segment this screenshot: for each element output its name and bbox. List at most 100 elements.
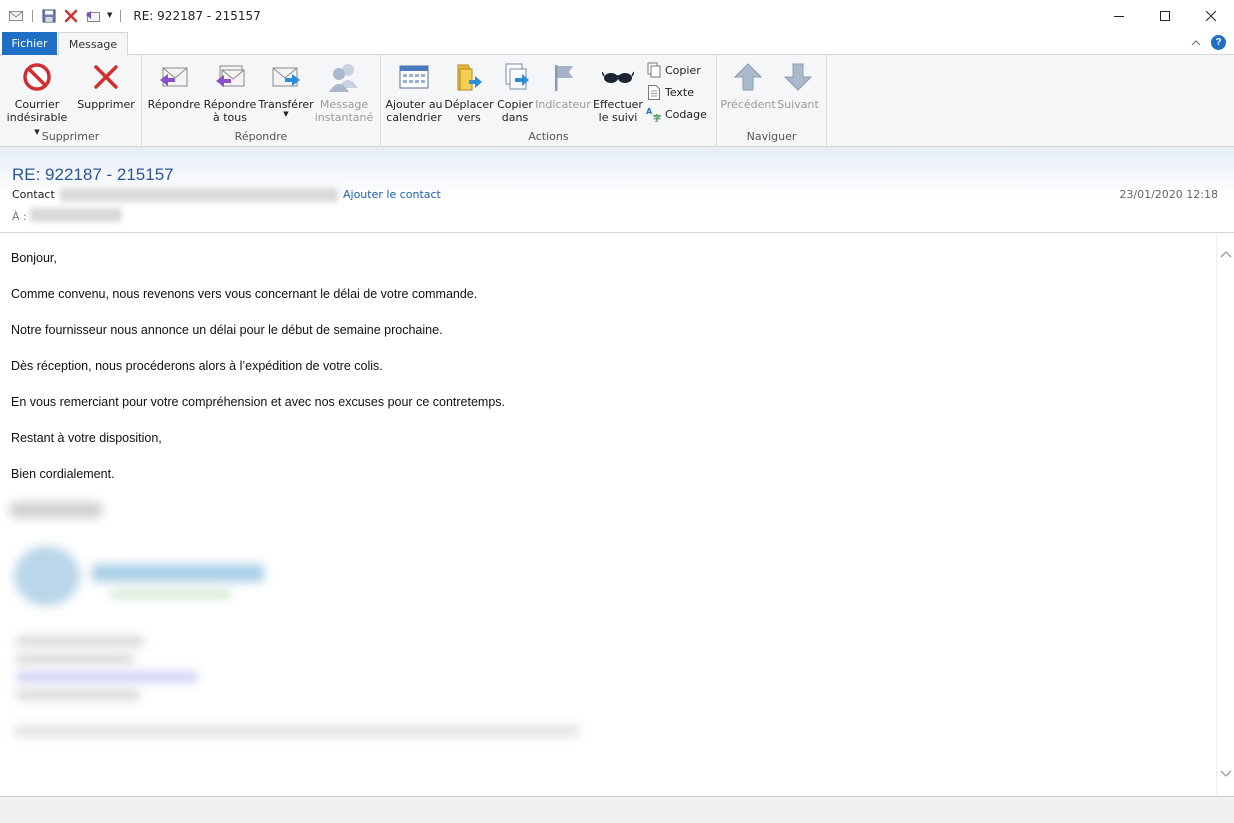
reply-label: Répondre bbox=[147, 98, 201, 111]
glasses-icon bbox=[602, 61, 634, 93]
close-button[interactable] bbox=[1188, 0, 1234, 31]
signature-logo-text-redacted bbox=[92, 564, 264, 582]
delete-label: Supprimer bbox=[77, 98, 135, 111]
ribbon-tools: ? bbox=[1191, 35, 1226, 50]
copy-to-label-1: Copier bbox=[497, 98, 533, 111]
junk-mail-button[interactable]: Courrier indésirable ▼ bbox=[6, 61, 68, 137]
message-body: Bonjour, Comme convenu, nous revenons ve… bbox=[0, 234, 1216, 796]
forward-icon bbox=[270, 61, 302, 93]
delete-button[interactable]: Supprimer bbox=[76, 61, 136, 111]
reply-icon bbox=[158, 61, 190, 93]
move-to-button[interactable]: Déplacer vers bbox=[443, 61, 495, 124]
reply-all-icon bbox=[214, 61, 246, 93]
ribbon-tabs: Fichier Message bbox=[0, 31, 1234, 56]
message-header: RE: 922187 - 215157 Contact Ajouter le c… bbox=[0, 147, 1234, 233]
calendar-icon bbox=[398, 61, 430, 93]
follow-up-button[interactable]: Effectuer le suivi bbox=[591, 61, 645, 124]
group-label-supprimer: Supprimer bbox=[41, 130, 100, 143]
reply-button[interactable]: Répondre bbox=[146, 61, 202, 111]
follow-up-label-2: le suivi bbox=[598, 111, 638, 124]
group-label-naviguer: Naviguer bbox=[746, 130, 797, 143]
group-label-actions: Actions bbox=[528, 130, 569, 143]
window-title: RE: 922187 - 215157 bbox=[133, 8, 261, 23]
scroll-down-chevron-icon[interactable] bbox=[1220, 768, 1232, 780]
instant-message-button[interactable]: Message instantané bbox=[314, 61, 374, 124]
body-paragraph: Notre fournisseur nous annonce un délai … bbox=[11, 323, 443, 337]
group-supprimer: Courrier indésirable ▼ Supprimer Supprim… bbox=[0, 55, 142, 147]
signature-line-redacted bbox=[16, 654, 134, 664]
separator bbox=[120, 9, 122, 22]
minimize-button[interactable] bbox=[1096, 0, 1142, 31]
ribbon: Courrier indésirable ▼ Supprimer Supprim… bbox=[0, 55, 1234, 147]
reply-envelope-icon[interactable] bbox=[85, 8, 101, 24]
save-icon[interactable] bbox=[41, 8, 57, 24]
maximize-button[interactable] bbox=[1142, 0, 1188, 31]
scroll-up-chevron-icon[interactable] bbox=[1220, 248, 1232, 260]
previous-button[interactable]: Précédent bbox=[720, 61, 776, 111]
encoding-label: Codage bbox=[665, 107, 707, 121]
arrow-down-icon bbox=[782, 61, 814, 93]
arrow-up-icon bbox=[732, 61, 764, 93]
signature-disclaimer-redacted bbox=[14, 726, 580, 736]
flag-label: Indicateur bbox=[535, 98, 591, 111]
next-button[interactable]: Suivant bbox=[773, 61, 823, 111]
signature-name-redacted bbox=[10, 502, 102, 518]
status-bar bbox=[0, 796, 1234, 823]
separator bbox=[32, 9, 33, 22]
instant-message-label-1: Message bbox=[319, 98, 369, 111]
signature-line-redacted bbox=[16, 636, 144, 646]
maximize-icon bbox=[1160, 10, 1170, 21]
envelope-icon bbox=[8, 8, 24, 24]
reply-all-button[interactable]: Répondre à tous bbox=[202, 61, 258, 124]
instant-message-icon bbox=[328, 61, 360, 93]
body-paragraph: Comme convenu, nous revenons vers vous c… bbox=[11, 287, 478, 301]
minimize-icon bbox=[1114, 15, 1124, 17]
sender-label: Contact bbox=[12, 188, 55, 201]
sender-address-redacted bbox=[60, 188, 338, 202]
add-to-calendar-button[interactable]: Ajouter au calendrier bbox=[384, 61, 444, 124]
junk-mail-label-1: Courrier bbox=[14, 98, 60, 111]
reply-all-label-2: à tous bbox=[213, 111, 247, 124]
window-controls bbox=[1096, 0, 1234, 31]
flag-icon bbox=[547, 61, 579, 93]
body-paragraph: En vous remerciant pour votre compréhens… bbox=[11, 395, 506, 409]
body-paragraph: Dès réception, nous procéderons alors à … bbox=[11, 359, 383, 373]
text-document-icon bbox=[646, 84, 662, 100]
copy-to-icon bbox=[499, 61, 531, 93]
add-contact-link[interactable]: Ajouter le contact bbox=[343, 188, 441, 201]
delete-icon[interactable] bbox=[63, 8, 79, 24]
help-icon[interactable]: ? bbox=[1211, 35, 1226, 50]
tab-fichier[interactable]: Fichier bbox=[2, 32, 57, 55]
collapse-ribbon-chevron-icon[interactable] bbox=[1191, 36, 1201, 49]
recipient-address-redacted bbox=[30, 208, 122, 222]
copy-button[interactable]: Copier bbox=[646, 61, 701, 79]
flag-button[interactable]: Indicateur bbox=[535, 61, 591, 111]
add-to-calendar-label-1: Ajouter au bbox=[385, 98, 443, 111]
group-repondre: Répondre Répondre à tous Transférer ▼ Me… bbox=[142, 55, 381, 147]
move-to-label-2: vers bbox=[457, 111, 481, 124]
title-bar: ▼ RE: 922187 - 215157 bbox=[0, 0, 1234, 31]
copy-icon bbox=[646, 62, 662, 78]
group-label-repondre: Répondre bbox=[234, 130, 288, 143]
signature-email-redacted bbox=[16, 672, 198, 682]
customize-qat-chevron-icon[interactable]: ▼ bbox=[107, 12, 112, 19]
folder-move-icon bbox=[453, 61, 485, 93]
copy-to-button[interactable]: Copier dans bbox=[493, 61, 537, 124]
text-label: Texte bbox=[665, 85, 695, 99]
forward-button[interactable]: Transférer ▼ bbox=[258, 61, 314, 118]
svg-text:字: 字 bbox=[653, 113, 661, 122]
encoding-button[interactable]: A字 Codage bbox=[646, 105, 707, 123]
junk-mail-label-2: indésirable bbox=[6, 111, 68, 124]
body-paragraph: Bien cordialement. bbox=[11, 467, 115, 481]
tab-message[interactable]: Message bbox=[58, 32, 128, 56]
encoding-icon: A字 bbox=[646, 106, 662, 122]
message-date: 23/01/2020 12:18 bbox=[1119, 188, 1218, 201]
vertical-scrollbar[interactable] bbox=[1216, 234, 1234, 796]
instant-message-label-2: instantané bbox=[314, 111, 374, 124]
text-button[interactable]: Texte bbox=[646, 83, 694, 101]
follow-up-label-1: Effectuer bbox=[593, 98, 643, 111]
signature-logo-redacted bbox=[14, 546, 80, 606]
quick-access-toolbar: ▼ RE: 922187 - 215157 bbox=[0, 0, 261, 31]
group-actions: Ajouter au calendrier Déplacer vers Copi… bbox=[381, 55, 717, 147]
close-icon bbox=[1206, 10, 1216, 21]
